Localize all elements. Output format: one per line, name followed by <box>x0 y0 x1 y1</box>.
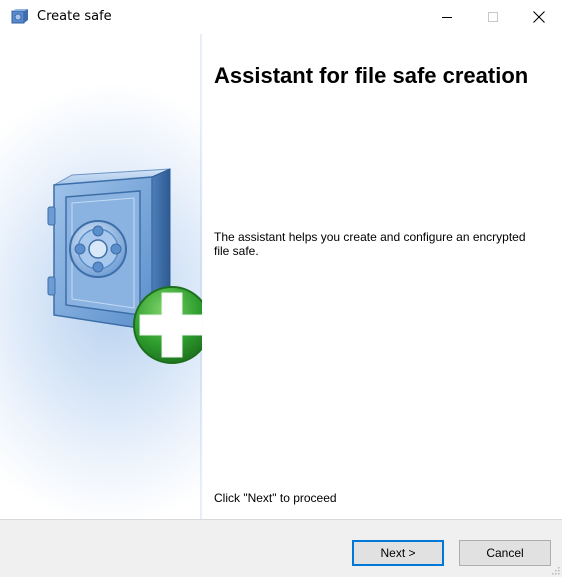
button-bar: Next > Cancel <box>0 519 562 577</box>
safe-add-icon <box>47 168 202 364</box>
wizard-description: The assistant helps you create and confi… <box>214 230 526 258</box>
window-title: Create safe <box>37 9 112 24</box>
proceed-hint: Click "Next" to proceed <box>214 491 337 505</box>
close-button[interactable] <box>516 0 562 34</box>
close-icon <box>533 11 545 23</box>
next-button[interactable]: Next > <box>352 540 444 566</box>
wizard-heading: Assistant for file safe creation <box>214 63 529 88</box>
maximize-button[interactable] <box>470 0 516 34</box>
maximize-icon <box>488 12 498 22</box>
title-bar[interactable]: Create safe <box>0 0 562 34</box>
minimize-icon <box>442 17 452 18</box>
cancel-button[interactable]: Cancel <box>459 540 551 566</box>
resize-grip-icon[interactable] <box>550 565 560 575</box>
safe-app-icon <box>11 9 28 24</box>
minimize-button[interactable] <box>424 0 470 34</box>
